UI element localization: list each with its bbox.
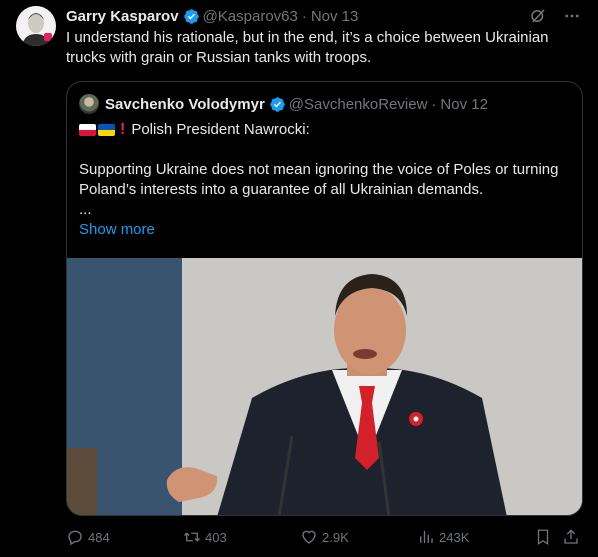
bookmark-icon [537, 529, 549, 546]
speaker-photo [67, 258, 582, 515]
tweet-header: Garry Kasparov @Kasparov63 · Nov 13 [66, 6, 358, 26]
views-chart-icon [420, 531, 433, 543]
heart-icon [302, 530, 316, 544]
quoted-author-avatar[interactable] [79, 94, 99, 114]
exclamation-icon: ! [120, 121, 126, 138]
flag-ukraine-icon [98, 124, 115, 136]
author-handle[interactable]: @Kasparov63 [203, 8, 298, 25]
grok-icon[interactable] [528, 6, 548, 26]
author-name[interactable]: Garry Kasparov [66, 8, 179, 25]
reply-count: 484 [88, 529, 110, 545]
quoted-tweet-body: ! Polish President Nawrocki: Supporting … [79, 120, 571, 240]
retweet-count: 403 [205, 529, 227, 545]
quoted-author-name[interactable]: Savchenko Volodymyr [105, 96, 265, 113]
tweet-actions-bar: 484 403 2.9K 243K [66, 527, 582, 547]
quoted-tweet-header: Savchenko Volodymyr @SavchenkoReview · N… [79, 94, 488, 114]
flag-poland-icon [79, 124, 96, 136]
separator-dot: · [301, 7, 307, 25]
tweet-text: I understand his rationale, but in the e… [66, 29, 549, 66]
views-count: 243K [439, 529, 470, 545]
show-more-link[interactable]: Show more [79, 220, 571, 240]
verified-badge-icon [183, 8, 200, 25]
bookmark-button[interactable] [534, 528, 552, 546]
quoted-line-1-text: Polish President Nawrocki: [131, 121, 310, 138]
quoted-tweet-image[interactable] [67, 258, 582, 515]
quoted-tweet[interactable]: Savchenko Volodymyr @SavchenkoReview · N… [66, 81, 583, 516]
like-count: 2.9K [322, 529, 349, 545]
more-options-icon[interactable] [562, 6, 582, 26]
reply-button[interactable]: 484 [66, 528, 110, 546]
separator-dot: · [431, 95, 437, 113]
quoted-line-2: Supporting Ukraine does not mean ignorin… [79, 161, 559, 198]
reply-icon [68, 530, 82, 546]
quoted-line-1: ! Polish President Nawrocki: [79, 120, 571, 140]
tweet[interactable]: Garry Kasparov @Kasparov63 · Nov 13 I un… [0, 0, 598, 557]
like-button[interactable]: 2.9K [300, 528, 349, 546]
quoted-tweet-date[interactable]: Nov 12 [440, 96, 488, 113]
quoted-line-3: ... [79, 201, 92, 218]
avatar-photo [16, 6, 56, 46]
share-button[interactable] [562, 528, 580, 546]
quoted-author-handle[interactable]: @SavchenkoReview [289, 96, 428, 113]
share-icon [564, 529, 578, 544]
quoted-blank-line [79, 140, 571, 160]
retweet-icon [184, 532, 200, 542]
tweet-date[interactable]: Nov 13 [311, 8, 359, 25]
views-button[interactable]: 243K [417, 528, 469, 546]
retweet-button[interactable]: 403 [183, 528, 227, 546]
verified-badge-icon [269, 96, 286, 113]
tweet-top-actions [528, 6, 582, 26]
author-avatar[interactable] [16, 6, 56, 46]
